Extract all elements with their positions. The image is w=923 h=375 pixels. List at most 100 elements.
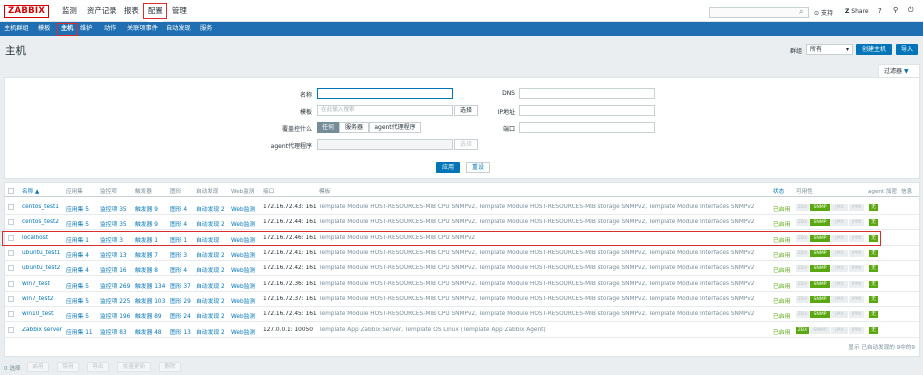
triggers-link[interactable]: 触发器 8 [135,265,170,274]
host-name-link[interactable]: centos_test1 [22,204,66,210]
submenu-maintenance[interactable]: 维护 [80,22,92,36]
monitored-by-proxy[interactable]: agent代理程序 [369,122,421,133]
port-input[interactable] [519,122,655,133]
template-input[interactable]: 在此输入搜索 [317,105,453,116]
menu-inventory[interactable]: 资产记录 [87,0,117,22]
zabbix-logo[interactable]: ZABBIX [4,5,50,18]
graphs-link[interactable]: 图形 13 [170,327,196,336]
discovery-link[interactable]: 自动发现 2 [196,281,231,290]
monitored-by-any[interactable]: 任何 [317,122,339,133]
submenu-event-correlation[interactable]: 关联项事件 [127,22,158,36]
ip-input[interactable] [519,105,655,116]
items-link[interactable]: 监控项 225 [100,296,135,305]
export-button[interactable]: 导出 [87,362,109,372]
graphs-link[interactable]: 图形 4 [170,204,196,213]
web-link[interactable]: Web监测 [231,281,263,290]
discovery-link[interactable]: 自动发现 2 [196,265,231,274]
applications-link[interactable]: 应用集 4 [66,265,100,274]
host-name-link[interactable]: win7_test [22,281,66,287]
discovery-link[interactable]: 自动发现 2 [196,250,231,259]
discovery-link[interactable]: 自动发现 2 [196,204,231,213]
status-toggle[interactable]: 已启用 [773,281,795,290]
triggers-link[interactable]: 触发器 9 [135,204,170,213]
triggers-link[interactable]: 触发器 48 [135,327,170,336]
delete-button[interactable]: 删除 [159,362,181,372]
host-name-link[interactable]: win7_test2 [22,296,66,302]
apply-button[interactable]: 应用 [436,162,460,173]
status-toggle[interactable]: 已启用 [773,296,795,305]
status-toggle[interactable]: 已启用 [773,219,795,228]
submenu-actions[interactable]: 动作 [104,22,116,36]
triggers-link[interactable]: 触发器 134 [135,281,170,290]
applications-link[interactable]: 应用集 4 [66,250,100,259]
disable-button[interactable]: 禁用 [57,362,79,372]
items-link[interactable]: 监控项 196 [100,311,135,320]
status-toggle[interactable]: 已启用 [773,250,795,259]
items-link[interactable]: 监控项 269 [100,281,135,290]
host-name-link[interactable]: centos_test2 [22,219,66,225]
triggers-link[interactable]: 触发器 103 [135,296,170,305]
row-checkbox[interactable] [8,265,14,271]
support-link[interactable]: ⊙ 支持 [814,8,833,17]
row-checkbox[interactable] [8,327,14,333]
menu-administration[interactable]: 管理 [172,0,187,22]
col-status[interactable]: 状态 [773,187,784,195]
row-checkbox[interactable] [8,311,14,317]
applications-link[interactable]: 应用集 5 [66,311,100,320]
user-icon[interactable]: ⚲ [893,6,898,14]
row-checkbox[interactable] [8,296,14,302]
graphs-link[interactable]: 图形 4 [170,265,196,274]
items-link[interactable]: 监控项 13 [100,250,135,259]
web-link[interactable]: Web监测 [231,311,263,320]
web-link[interactable]: Web监测 [231,250,263,259]
applications-link[interactable]: 应用集 5 [66,219,100,228]
reset-button[interactable]: 重设 [466,162,490,173]
discovery-link[interactable]: 自动发现 2 [196,311,231,320]
select-all-checkbox[interactable] [8,188,14,194]
host-name-link[interactable]: win10_test [22,311,66,317]
status-toggle[interactable]: 已启用 [773,311,795,320]
graphs-link[interactable]: 图形 4 [170,219,196,228]
share-link[interactable]: Z Share [845,8,869,15]
import-button[interactable]: 导入 [896,44,918,55]
group-select[interactable]: 所有 ▾ [806,44,853,55]
dns-input[interactable] [519,88,655,99]
submenu-host-groups[interactable]: 主机群组 [4,22,29,36]
menu-monitoring[interactable]: 监测 [62,0,77,22]
web-link[interactable]: Web监测 [231,204,263,213]
monitored-by-server[interactable]: 服务器 [339,122,369,133]
proxy-input[interactable] [317,139,453,150]
status-toggle[interactable]: 已启用 [773,204,795,213]
discovery-link[interactable]: 自动发现 2 [196,327,231,336]
graphs-link[interactable]: 图形 24 [170,311,196,320]
web-link[interactable]: Web监测 [231,327,263,336]
graphs-link[interactable]: 图形 29 [170,296,196,305]
web-link[interactable]: Web监测 [231,219,263,228]
host-name-link[interactable]: ubuntu_test2 [22,265,66,271]
row-checkbox[interactable] [8,281,14,287]
applications-link[interactable]: 应用集 5 [66,281,100,290]
web-link[interactable]: Web监测 [231,296,263,305]
submenu-discovery[interactable]: 自动发现 [166,22,191,36]
row-checkbox[interactable] [8,250,14,256]
web-link[interactable]: Web监测 [231,265,263,274]
graphs-link[interactable]: 图形 3 [170,250,196,259]
applications-link[interactable]: 应用集 5 [66,204,100,213]
items-link[interactable]: 监控项 83 [100,327,135,336]
graphs-link[interactable]: 图形 37 [170,281,196,290]
discovery-link[interactable]: 自动发现 2 [196,219,231,228]
create-host-button[interactable]: 创建主机 [856,44,892,55]
applications-link[interactable]: 应用集 11 [66,327,100,336]
host-name-link[interactable]: ubuntu_test1 [22,250,66,256]
status-toggle[interactable]: 已启用 [773,327,795,336]
discovery-link[interactable]: 自动发现 2 [196,296,231,305]
submenu-templates[interactable]: 模板 [38,22,50,36]
enable-button[interactable]: 启用 [27,362,49,372]
search-icon[interactable]: ⌕ [799,7,803,17]
logout-icon[interactable]: ⏻ [908,6,914,15]
row-checkbox[interactable] [8,219,14,225]
mass-update-button[interactable]: 批量更新 [117,362,151,372]
triggers-link[interactable]: 触发器 9 [135,219,170,228]
name-input[interactable] [317,88,453,99]
triggers-link[interactable]: 触发器 89 [135,311,170,320]
